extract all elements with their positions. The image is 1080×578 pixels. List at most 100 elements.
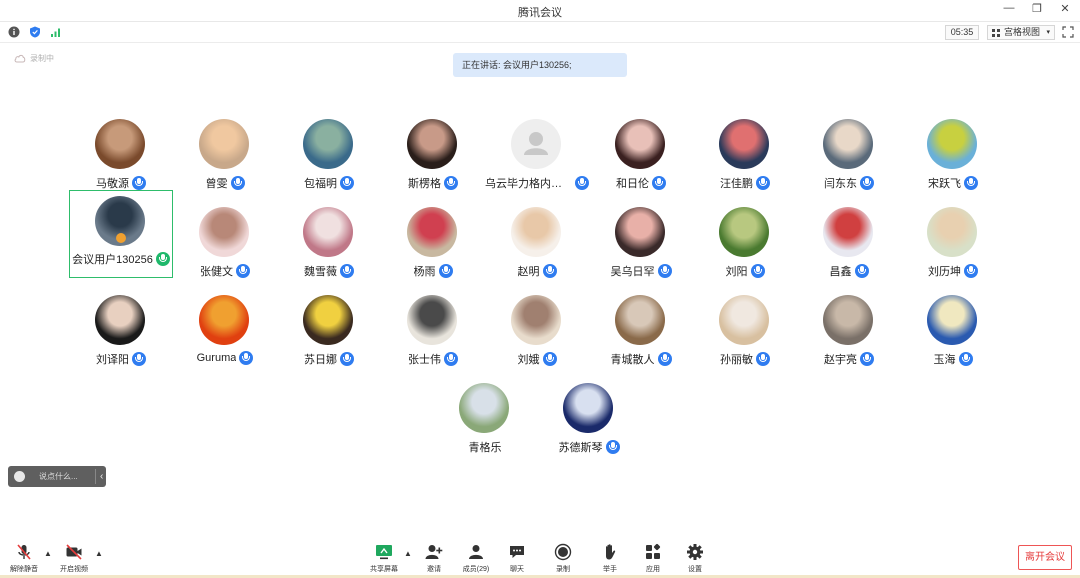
participant-tile[interactable]: 孙丽敏 <box>693 295 797 383</box>
chat-icon <box>510 546 524 558</box>
share-screen-button[interactable]: 共享屏幕 <box>364 543 404 574</box>
participant-name-row: 曾雯 <box>173 175 277 191</box>
record-button[interactable]: 录制 <box>543 543 583 574</box>
unmute-label: 解除静音 <box>10 566 38 573</box>
invite-button[interactable]: 邀请 <box>414 543 454 574</box>
chat-placeholder: 说点什么... <box>39 472 78 481</box>
members-button[interactable]: 成员(29) <box>456 543 496 574</box>
participant-tile[interactable]: 包福明 <box>277 119 381 207</box>
participant-name-row: 张士伟 <box>381 351 485 367</box>
avatar <box>199 207 249 257</box>
participant-name-row: 昌鑫 <box>797 263 901 279</box>
fullscreen-icon[interactable] <box>1062 26 1074 38</box>
participant-name: Guruma <box>196 352 237 364</box>
invite-label: 邀请 <box>427 566 441 573</box>
participant-tile[interactable]: 魏雪薇 <box>277 207 381 295</box>
mic-icon <box>756 176 770 190</box>
chat-button[interactable]: 聊天 <box>497 543 537 574</box>
mic-icon <box>236 264 250 278</box>
participant-name: 张健文 <box>200 266 233 278</box>
avatar <box>199 295 249 345</box>
participant-name: 曾雯 <box>205 178 228 190</box>
mic-icon <box>230 176 245 190</box>
info-icon[interactable] <box>8 26 20 38</box>
apps-button[interactable]: 应用 <box>633 543 673 574</box>
video-options-chevron-icon[interactable]: ▲ <box>95 549 103 558</box>
divider <box>95 469 96 484</box>
participant-name-row: 刘历坤 <box>901 263 1005 279</box>
participant-name-row: 刘娥 <box>485 351 589 367</box>
participant-tile[interactable]: 曾雯 <box>173 119 277 207</box>
participant-tile[interactable]: 青城散人 <box>589 295 693 383</box>
mic-icon <box>750 264 765 278</box>
unmute-button[interactable]: 解除静音 <box>4 543 44 574</box>
start-video-button[interactable]: 开启视频 <box>54 543 94 574</box>
participant-tile[interactable]: 玉海 <box>901 295 1005 383</box>
restore-button[interactable]: ❐ <box>1030 2 1044 15</box>
participant-tile[interactable]: 苏德斯琴 <box>537 383 641 471</box>
close-button[interactable]: ✕ <box>1058 2 1072 15</box>
participant-name-row: 斯楞格 <box>381 175 485 191</box>
participant-name: 刘阳 <box>725 266 748 278</box>
hand-icon <box>606 544 616 560</box>
avatar <box>823 119 873 169</box>
participant-name-row: 青格乐 <box>433 439 537 455</box>
participant-tile[interactable]: Guruma <box>173 295 277 383</box>
avatar <box>823 207 873 257</box>
chat-quick-input[interactable]: 说点什么... ‹ <box>8 466 106 487</box>
recording-label: 录制中 <box>30 54 54 63</box>
participant-tile[interactable]: 杨雨 <box>381 207 485 295</box>
participant-tile[interactable]: 闫东东 <box>797 119 901 207</box>
avatar <box>927 295 977 345</box>
participant-name-row: Guruma <box>173 351 277 365</box>
participant-tile[interactable]: 乌云毕力格内蒙古... <box>485 119 589 207</box>
participant-tile[interactable]: 刘译阳 <box>69 295 173 383</box>
emoji-icon[interactable] <box>14 471 25 482</box>
signal-icon[interactable] <box>50 26 62 38</box>
participant-tile[interactable]: 赵明 <box>485 207 589 295</box>
mic-icon <box>860 176 874 190</box>
participant-tile[interactable]: 和日伦 <box>589 119 693 207</box>
participant-tile[interactable]: 宋跃飞 <box>901 119 1005 207</box>
participant-tile[interactable]: 吴乌日罕 <box>589 207 693 295</box>
participant-name: 苏德斯琴 <box>558 442 603 454</box>
mic-icon <box>964 264 978 278</box>
avatar <box>407 207 457 257</box>
avatar <box>719 295 769 345</box>
participant-tile[interactable]: 张健文 <box>173 207 277 295</box>
participant-tile[interactable]: 刘历坤 <box>901 207 1005 295</box>
participant-name: 乌云毕力格内蒙古... <box>485 178 572 190</box>
meeting-timer: 05:35 <box>945 25 979 40</box>
settings-button[interactable]: 设置 <box>675 543 715 574</box>
participant-name-row: 魏雪薇 <box>277 263 381 279</box>
participant-tile[interactable]: 青格乐 <box>433 383 537 471</box>
raise-hand-button[interactable]: 举手 <box>590 543 630 574</box>
leave-meeting-button[interactable]: 离开会议 <box>1018 545 1072 570</box>
participant-tile-active[interactable]: 会议用户130256 <box>69 190 173 278</box>
mic-icon <box>657 264 672 278</box>
participant-name: 刘译阳 <box>96 354 129 366</box>
mic-icon <box>444 176 458 190</box>
mic-icon <box>340 176 354 190</box>
participant-tile[interactable]: 汪佳鹏 <box>693 119 797 207</box>
avatar <box>95 119 145 169</box>
participant-tile[interactable]: 斯楞格 <box>381 119 485 207</box>
participant-tile[interactable]: 昌鑫 <box>797 207 901 295</box>
participant-tile[interactable]: 赵宇亮 <box>797 295 901 383</box>
mic-icon <box>444 352 458 366</box>
minimize-button[interactable]: — <box>1002 2 1016 15</box>
share-options-chevron-icon[interactable]: ▲ <box>404 549 412 558</box>
participant-tile[interactable]: 苏日娜 <box>277 295 381 383</box>
participant-tile[interactable]: 刘阳 <box>693 207 797 295</box>
participant-name: 宋跃飞 <box>928 178 961 190</box>
audio-options-chevron-icon[interactable]: ▲ <box>44 549 52 558</box>
window-controls: — ❐ ✕ <box>1002 2 1072 15</box>
collapse-chevron-icon[interactable]: ‹ <box>100 466 103 487</box>
participant-name: 斯楞格 <box>408 178 441 190</box>
participant-tile[interactable]: 刘娥 <box>485 295 589 383</box>
shield-icon[interactable] <box>29 26 41 38</box>
record-label: 录制 <box>556 566 570 573</box>
participant-tile[interactable]: 张士伟 <box>381 295 485 383</box>
chevron-down-icon: ▾ <box>1046 29 1050 36</box>
view-mode-dropdown[interactable]: 宫格视图 ▾ <box>987 25 1055 40</box>
